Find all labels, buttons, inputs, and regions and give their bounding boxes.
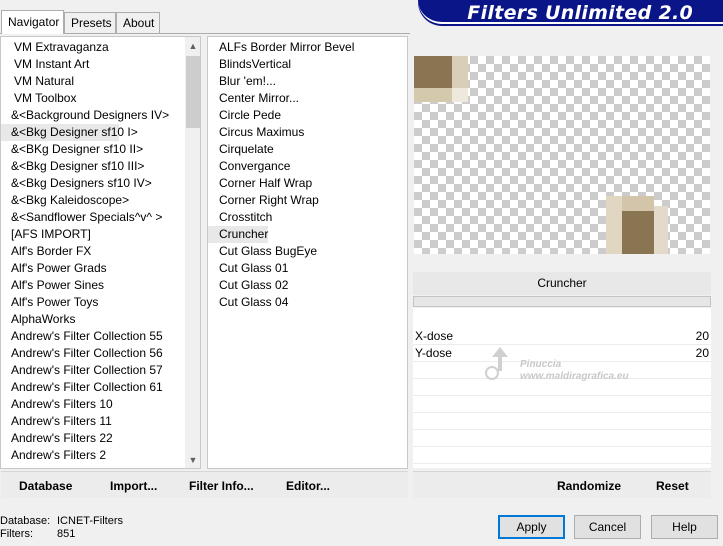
status-filters: Filters: 851 — [0, 528, 75, 540]
tab-presets[interactable]: Presets — [64, 12, 116, 33]
category-list-panel[interactable]: VM Extravaganza VM Instant Art VM Natural V… — [0, 36, 201, 469]
preview-blob — [606, 196, 622, 254]
chevron-down-icon[interactable]: ▼ — [185, 452, 200, 468]
category-item[interactable]: VM Extravaganza — [1, 39, 185, 56]
category-item[interactable]: VM Toolbox — [1, 90, 185, 107]
chevron-up-icon[interactable]: ▲ — [185, 38, 200, 55]
filter-item[interactable]: ALFs Border Mirror Bevel — [208, 39, 354, 56]
filter-list-panel[interactable]: ALFs Border Mirror Bevel BlindsVertical Bl… — [207, 36, 408, 469]
watermark: Pinuccia www.maldiragrafica.eu — [480, 343, 660, 388]
category-item[interactable]: Andrew's Filter Collection 61 — [1, 379, 185, 396]
category-item[interactable]: AlphaWorks — [1, 311, 185, 328]
filter-info-button[interactable]: Filter Info... — [189, 479, 254, 493]
reset-button[interactable]: Reset — [656, 479, 689, 493]
preview-blob — [414, 88, 452, 102]
filter-item[interactable]: Cruncher — [208, 226, 268, 243]
preview-blob — [622, 211, 654, 254]
preview-canvas — [414, 56, 710, 254]
status-database-label: Database: — [0, 515, 51, 527]
parameter-panel[interactable]: X-dose 20 Y-dose 20 — [413, 308, 711, 468]
category-item[interactable]: VM Natural — [1, 73, 185, 90]
progress-bar — [413, 296, 711, 307]
preview-blob — [654, 206, 668, 254]
filter-item[interactable]: Cut Glass BugEye — [208, 243, 354, 260]
category-item[interactable]: &<Bkg Kaleidoscope> — [1, 192, 185, 209]
category-item[interactable]: Alf's Power Grads — [1, 260, 185, 277]
filter-item[interactable]: Crosstitch — [208, 209, 354, 226]
filter-item[interactable]: Cut Glass 02 — [208, 277, 354, 294]
status-filters-value: 851 — [57, 528, 76, 540]
tab-navigator[interactable]: Navigator — [1, 10, 64, 34]
category-item[interactable]: Alf's Power Sines — [1, 277, 185, 294]
category-item[interactable]: VM Instant Art — [1, 56, 185, 73]
category-item[interactable]: &<Sandflower Specials^v^ > — [1, 209, 185, 226]
filter-item[interactable]: Cut Glass 01 — [208, 260, 354, 277]
preview-blob — [452, 56, 468, 88]
param-row-empty — [413, 430, 711, 447]
watermark-url: www.maldiragrafica.eu — [520, 371, 629, 382]
import-button[interactable]: Import... — [110, 479, 157, 493]
category-item[interactable]: Andrew's Filters 2 — [1, 447, 185, 464]
database-button[interactable]: Database — [19, 479, 72, 493]
filter-item[interactable]: Corner Half Wrap — [208, 175, 354, 192]
cancel-button[interactable]: Cancel — [574, 515, 641, 539]
filter-item[interactable]: Circus Maximus — [208, 124, 354, 141]
watermark-logo-icon — [485, 347, 508, 380]
filter-item[interactable]: BlindsVertical — [208, 56, 354, 73]
status-filters-label: Filters: — [0, 528, 33, 540]
scrollbar-thumb[interactable] — [186, 56, 200, 128]
filter-item[interactable]: Corner Right Wrap — [208, 192, 354, 209]
filter-list[interactable]: ALFs Border Mirror Bevel BlindsVertical Bl… — [208, 39, 354, 311]
apply-button[interactable]: Apply — [498, 515, 565, 539]
category-item[interactable]: Andrew's Filter Collection 57 — [1, 362, 185, 379]
editor-button[interactable]: Editor... — [286, 479, 330, 493]
param-value[interactable]: 20 — [696, 329, 709, 343]
category-item[interactable]: &<Bkg Designer sf10 I> — [1, 124, 138, 141]
param-label: X-dose — [415, 329, 454, 343]
category-item[interactable]: &<BKg Designer sf10 II> — [1, 141, 185, 158]
status-database: Database: ICNET-Filters — [0, 515, 123, 527]
category-item[interactable]: Alf's Power Toys — [1, 294, 185, 311]
category-item[interactable]: Alf's Border FX — [1, 243, 185, 260]
status-database-value: ICNET-Filters — [57, 515, 123, 527]
watermark-name: Pinuccia — [520, 359, 562, 370]
param-value[interactable]: 20 — [696, 346, 709, 360]
filter-item[interactable]: Convergance — [208, 158, 354, 175]
filter-item[interactable]: Cut Glass 04 — [208, 294, 354, 311]
category-list[interactable]: VM Extravaganza VM Instant Art VM Natural V… — [1, 39, 185, 464]
filter-item[interactable]: Circle Pede — [208, 107, 354, 124]
category-item[interactable]: &<Background Designers IV> — [1, 107, 185, 124]
preview-blob — [452, 88, 468, 102]
category-item[interactable]: [AFS IMPORT] — [1, 226, 185, 243]
filter-item[interactable]: Cirquelate — [208, 141, 354, 158]
category-item[interactable]: Andrew's Filters 10 — [1, 396, 185, 413]
param-row-empty — [413, 447, 711, 464]
category-item[interactable]: Andrew's Filters 22 — [1, 430, 185, 447]
param-row-empty — [413, 413, 711, 430]
randomize-button[interactable]: Randomize — [557, 479, 621, 493]
category-item[interactable]: Andrew's Filters 11 — [1, 413, 185, 430]
preview-blob — [414, 56, 452, 88]
param-row-empty — [413, 396, 711, 413]
filter-item[interactable]: Blur 'em!... — [208, 73, 354, 90]
tab-about[interactable]: About — [116, 12, 160, 33]
current-filter-name: Cruncher — [413, 272, 711, 295]
param-label: Y-dose — [415, 346, 452, 360]
category-scrollbar[interactable]: ▲ ▼ — [185, 37, 200, 468]
category-item[interactable]: &<Bkg Designer sf10 III> — [1, 158, 185, 175]
category-item[interactable]: Andrew's Filter Collection 55 — [1, 328, 185, 345]
filter-item[interactable]: Center Mirror... — [208, 90, 354, 107]
title-banner: Filters Unlimited 2.0 — [418, 0, 723, 24]
category-item[interactable]: &<Bkg Designers sf10 IV> — [1, 175, 185, 192]
app-title: Filters Unlimited 2.0 — [467, 2, 693, 24]
preview-blob — [622, 196, 654, 211]
help-button[interactable]: Help — [651, 515, 718, 539]
category-item[interactable]: Andrew's Filter Collection 56 — [1, 345, 185, 362]
